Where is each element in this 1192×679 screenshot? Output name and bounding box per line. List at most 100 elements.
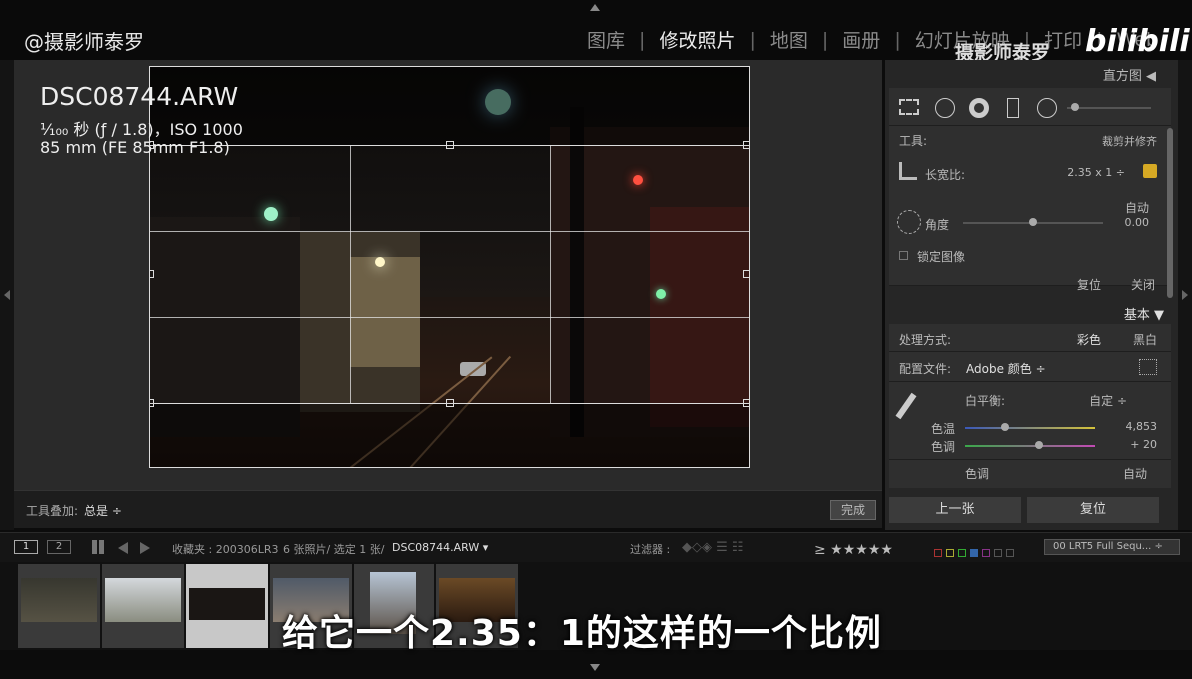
red-signal-glow [633,175,643,185]
angle-label: 角度 [925,218,950,232]
panel-scrollbar[interactable] [1167,128,1173,298]
crop-close-button[interactable]: 关闭 [1131,276,1155,293]
crop-reset-button[interactable]: 复位 [1077,276,1101,293]
photo-filename: DSC08744.ARW [40,82,239,111]
filmstrip-toolbar: 1 2 收藏夹 : 200306LR3 6 张照片/ 选定 1 张/ DSC08… [0,532,1192,562]
wb-label: 白平衡: [965,394,1006,408]
wb-select[interactable]: 自定 ÷ [1089,392,1127,409]
module-picker: 图库 | 修改照片 | 地图 | 画册 | 幻灯片放映 | 打印 | Web [573,26,1172,53]
angle-value[interactable]: 0.00 [1125,216,1150,229]
tone-label: 色调 [965,467,990,481]
crop-grid-line [350,145,351,403]
treatment-color[interactable]: 彩色 [1077,331,1101,348]
right-panel: 直方图 ◀ 工具: 裁剪并修齐 长宽比: 2.35 x 1 ÷ 自动 角度 0.… [885,60,1178,530]
watermark-text: @摄影师泰罗 [24,30,144,54]
treatment-bw[interactable]: 黑白 [1133,331,1157,348]
triangle-right-icon [1182,290,1188,300]
tool-value: 裁剪并修齐 [1102,135,1157,148]
basic-header[interactable]: 基本 ▼ [1124,304,1164,323]
module-map[interactable]: 地图 [756,26,822,53]
crop-panel: 工具: 裁剪并修齐 长宽比: 2.35 x 1 ÷ 自动 角度 0.00 锁定图… [889,126,1171,292]
reset-button[interactable]: 复位 [1027,497,1159,523]
crop-handle-right[interactable] [743,270,749,278]
red-eye-icon[interactable] [969,98,989,118]
temp-value[interactable]: 4,853 [1126,420,1158,433]
angle-auto-button[interactable]: 自动 [1125,199,1149,216]
graduated-filter-icon[interactable] [1007,98,1019,118]
video-subtitle: 给它一个2.35：1的这样的一个比例 [282,613,882,654]
view-2-button[interactable]: 2 [47,540,71,554]
tint-slider[interactable] [965,445,1095,447]
crop-grid-line [150,231,749,232]
view-1-button[interactable]: 1 [14,540,38,554]
lock-image-checkbox[interactable] [899,251,908,260]
temp-slider-knob[interactable] [1001,423,1009,431]
profile-browser-icon[interactable] [1139,359,1157,375]
temp-slider[interactable] [965,427,1095,429]
back-arrow-icon[interactable] [118,542,128,554]
collapse-bottom-arrow-icon[interactable] [590,664,600,671]
building-lit [350,257,420,367]
white-balance-group: 白平衡: 自定 ÷ 色温 4,853 色调 + 20 [889,382,1171,460]
module-book[interactable]: 画册 [828,26,894,53]
crop-handle-left[interactable] [150,270,154,278]
straighten-tool-icon[interactable] [897,210,921,234]
crop-tool-icon[interactable] [899,99,919,115]
flag-filter-icons[interactable]: ◆◇◈ ☰ ☷ [682,540,744,555]
angle-slider-knob[interactable] [1029,218,1037,226]
green-sign-glow [656,289,666,299]
green-light-glow [264,207,278,221]
thumbnail[interactable] [102,564,184,648]
triangle-left-icon [4,290,10,300]
aspect-select[interactable]: 2.35 x 1 ÷ [1067,166,1125,179]
tone-row: 色调 自动 [889,460,1171,488]
forward-arrow-icon[interactable] [140,542,150,554]
tool-strip [889,88,1171,126]
profile-row: 配置文件: Adobe 颜色 ÷ [889,352,1171,382]
crop-handle-bottom[interactable] [446,399,454,407]
temp-label: 色温 [931,422,956,436]
left-panel-toggle[interactable] [0,60,14,530]
profile-select[interactable]: Adobe 颜色 ÷ [966,360,1046,377]
eyedropper-icon[interactable] [895,392,917,420]
crop-handle-bottom-right[interactable] [743,399,749,407]
filter-label: 过滤器 : [630,543,671,556]
treatment-row: 处理方式: 彩色 黑白 [889,324,1171,352]
bilibili-logo: bilibili [1085,24,1190,59]
tool-overlay-label: 工具叠加: [26,504,79,518]
right-panel-toggle[interactable] [1178,60,1192,530]
previous-settings-button[interactable]: 上一张 [889,497,1021,523]
spot-removal-icon[interactable] [935,98,955,118]
selected-file-label[interactable]: DSC08744.ARW ▾ [392,541,488,554]
crop-handle-top[interactable] [446,141,454,149]
color-label-filter[interactable] [932,542,1016,561]
crop-frame-icon[interactable] [899,162,917,180]
collapse-top-arrow-icon[interactable] [590,4,600,11]
radial-filter-icon[interactable] [1037,98,1057,118]
lock-icon[interactable] [1143,164,1157,178]
tint-value[interactable]: + 20 [1130,438,1157,451]
rating-filter[interactable]: ≥ ★★★★★ [814,539,893,558]
crop-mask-bottom [150,403,749,467]
crop-grid-line [550,145,551,403]
crop-handle-top-right[interactable] [743,141,749,149]
crop-handle-bottom-left[interactable] [150,399,154,407]
module-library[interactable]: 图库 [573,26,639,53]
tone-auto-button[interactable]: 自动 [1123,465,1147,482]
filter-preset-select[interactable]: 00 LRT5 Full Sequ... ÷ [1044,539,1180,555]
grid-view-icon[interactable] [92,540,106,554]
module-develop[interactable]: 修改照片 [645,26,749,53]
tool-overlay-select[interactable]: 总是 ÷ [84,502,122,519]
thumbnail[interactable] [18,564,100,648]
lock-image-label: 锁定图像 [917,250,966,264]
histogram-header[interactable]: 直方图 ◀ [1103,65,1156,84]
thumbnail-selected[interactable] [186,564,268,648]
tool-label: 工具: [899,134,928,148]
tint-slider-knob[interactable] [1035,441,1043,449]
photo-exposure: ¹⁄₁₀₀ 秒 (ƒ / 1.8)，ISO 1000 [40,120,243,139]
brush-slider[interactable] [1067,107,1151,109]
crop-grid-line [150,317,749,318]
aspect-label: 长宽比: [925,168,966,182]
done-button[interactable]: 完成 [830,500,876,520]
brush-slider-knob[interactable] [1071,103,1079,111]
